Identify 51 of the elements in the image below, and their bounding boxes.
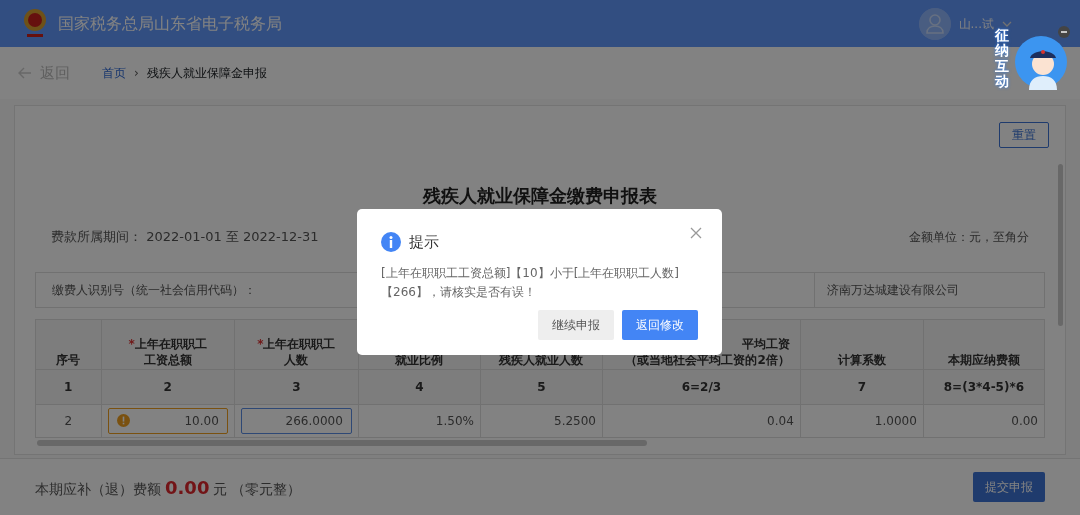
currency-unit: 元 — [213, 479, 228, 499]
dialog-button[interactable]: 继续申报 — [538, 309, 614, 340]
minimize-icon[interactable] — [1058, 26, 1070, 38]
column-header: 本期应纳费额 — [923, 319, 1045, 369]
column-number: 5 — [537, 379, 546, 394]
table-cell: 0.04 — [767, 413, 794, 428]
company-name: 济南万达城建设有限公司 — [814, 272, 1044, 307]
taxpayer-id-label: 缴费人识别号（统一社会信用代码）： — [51, 281, 256, 299]
breadcrumb-item[interactable]: 首页 — [102, 64, 126, 82]
form-title: 残疾人就业保障金缴费申报表 — [421, 184, 658, 208]
amount-label: 本期应补（退）费额 — [35, 479, 161, 499]
reset-button[interactable]: 重置 — [999, 122, 1049, 148]
dialog-title: 提示 — [409, 232, 439, 253]
input-field[interactable]: 10.00 — [107, 407, 228, 434]
mascot-drawing[interactable] — [1015, 34, 1067, 90]
table-cell: 1.0000 — [874, 413, 917, 428]
warning-icon — [116, 414, 130, 427]
period-text: 费款所属期间： 2022-01-01 至 2022-12-31 — [51, 228, 319, 246]
table-cell: 2 — [64, 413, 73, 428]
scrollbar-thumb[interactable] — [1058, 164, 1063, 326]
table-cell: 5.2500 — [554, 413, 596, 428]
column-number: 7 — [857, 379, 866, 394]
caret-icon[interactable] — [1002, 20, 1012, 27]
amount-in-words: （零元整） — [231, 479, 302, 499]
column-header: *上年在职职工 人数 — [234, 319, 359, 369]
mascot-label[interactable]: 征纳互动 — [995, 28, 1009, 90]
unit-text: 金额单位：元，至角分 — [909, 228, 1029, 246]
column-header: 序号 — [35, 319, 102, 369]
close-icon[interactable] — [690, 227, 702, 239]
amount-value: 0.00 — [165, 475, 210, 500]
column-number: 8=(3*4-5)*6 — [943, 379, 1025, 394]
input-field[interactable]: 266.0000 — [240, 407, 352, 434]
breadcrumb-item: 残疾人就业保障金申报 — [146, 65, 267, 82]
column-number: 1 — [64, 379, 73, 394]
back-arrow-icon[interactable] — [18, 67, 32, 79]
column-header: 计算系数 — [800, 319, 924, 369]
column-header: *上年在职职工 工资总额 — [101, 319, 235, 369]
column-number: 3 — [292, 379, 301, 394]
submit-button[interactable]: 提交申报 — [973, 472, 1045, 502]
column-number: 6=2/3 — [681, 379, 722, 394]
dialog-message: [上年在职职工工资总额]【10】小于[上年在职职工人数]【266】，请核实是否有误！ — [381, 264, 680, 301]
table-cell: 1.50% — [435, 413, 474, 428]
dialog-button[interactable]: 返回修改 — [622, 309, 698, 340]
info-icon — [381, 232, 401, 253]
table-cell: 0.00 — [1011, 413, 1038, 428]
scrollbar-thumb[interactable] — [37, 439, 647, 446]
user-name[interactable]: 山...试 — [958, 14, 994, 33]
column-number: 4 — [415, 379, 424, 394]
site-title: 国家税务总局山东省电子税务局 — [58, 12, 282, 35]
breadcrumb-separator: › — [134, 65, 139, 82]
column-number: 2 — [163, 379, 172, 394]
